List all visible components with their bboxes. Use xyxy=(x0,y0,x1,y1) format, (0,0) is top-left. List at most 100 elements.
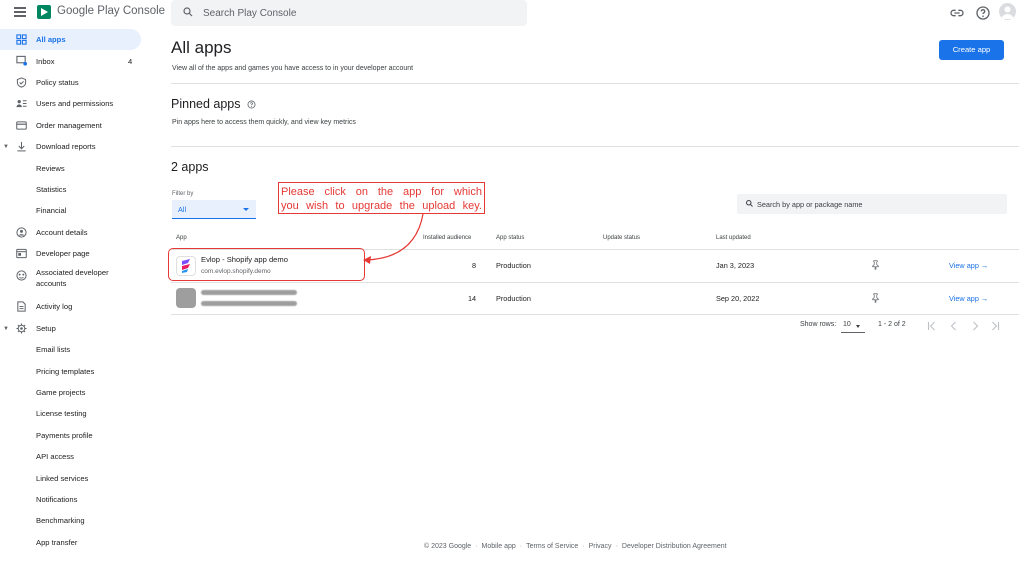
chevron-down-icon[interactable]: ▼ xyxy=(3,144,9,150)
sidebar-item-policy-status[interactable]: Policy status xyxy=(0,72,150,93)
link-accounts-icon xyxy=(16,270,27,281)
avatar[interactable] xyxy=(999,3,1016,20)
sidebar-item-associated-developer-accounts[interactable]: Associated developer accounts xyxy=(0,264,150,296)
annotation-line: you wish to upgrade the upload key. xyxy=(281,200,482,212)
sidebar-item-reviews[interactable]: Reviews xyxy=(0,157,150,178)
sidebar-item-pricing-templates[interactable]: Pricing templates xyxy=(0,360,150,381)
sidebar-item-linked-services[interactable]: Linked services xyxy=(0,467,150,488)
link-icon[interactable] xyxy=(949,5,965,21)
create-app-button[interactable]: Create app xyxy=(939,40,1004,60)
view-app-label: View app xyxy=(949,294,979,303)
sidebar-item-label: License testing xyxy=(36,409,87,419)
footer-link-mobile-app[interactable]: Mobile app xyxy=(482,543,516,550)
column-header-update-status: Update status xyxy=(603,235,641,241)
pin-icon[interactable] xyxy=(871,260,880,270)
sidebar-item-label: Benchmarking xyxy=(36,516,85,526)
arrow-right-icon: → xyxy=(980,294,989,303)
installed-audience: 14 xyxy=(468,294,477,303)
sidebar-item-label: Setup xyxy=(36,323,56,333)
annotation-text: Please click on the app for which you wi… xyxy=(281,185,482,213)
menu-icon[interactable] xyxy=(14,6,28,18)
sidebar-item-setup[interactable]: ▼ Setup xyxy=(0,318,150,339)
sidebar-item-label: Notifications xyxy=(36,495,78,504)
sidebar-item-label: Activity log xyxy=(36,302,73,312)
pinned-apps-label: Pinned apps xyxy=(171,97,241,111)
footer-link-privacy[interactable]: Privacy xyxy=(589,543,612,550)
search-icon xyxy=(746,200,753,207)
sidebar-item-activity-log[interactable]: Activity log xyxy=(0,296,150,317)
filter-dropdown[interactable]: All xyxy=(172,200,256,219)
installed-audience: 8 xyxy=(472,261,477,270)
filter-value: All xyxy=(178,205,187,214)
annotation-arrow xyxy=(363,213,424,264)
arrow-right-icon: → xyxy=(980,261,989,270)
rows-per-page-label: Show rows: xyxy=(800,321,837,328)
divider xyxy=(171,146,1019,147)
top-bar: Google Play Console xyxy=(0,0,1024,26)
column-header-app-status: App status xyxy=(496,235,525,241)
footer-link-terms[interactable]: Terms of Service xyxy=(526,543,578,550)
annotation-line: Please click on the app for which xyxy=(281,186,482,198)
app-search-input[interactable] xyxy=(757,194,997,214)
page-range: 1 - 2 of 2 xyxy=(878,321,906,328)
last-page-icon[interactable] xyxy=(990,321,1000,331)
sidebar-item-payments-profile[interactable]: Payments profile xyxy=(0,425,150,446)
sidebar-item-email-lists[interactable]: Email lists xyxy=(0,339,150,360)
page-icon xyxy=(16,248,27,259)
rows-per-page-select[interactable]: 10 xyxy=(841,319,865,333)
sidebar-item-benchmarking[interactable]: Benchmarking xyxy=(0,510,150,531)
console-search-input[interactable] xyxy=(203,0,513,26)
last-updated: Jan 3, 2023 xyxy=(716,261,755,270)
row-divider xyxy=(171,314,1019,315)
sidebar-item-users-and-permissions[interactable]: Users and permissions xyxy=(0,93,150,114)
sidebar-item-label: Reviews xyxy=(36,163,65,173)
pin-icon[interactable] xyxy=(871,293,880,303)
redacted-app-name xyxy=(201,290,297,295)
app-search[interactable] xyxy=(737,194,1007,214)
annotation-highlight xyxy=(168,248,365,281)
help-circle-icon[interactable] xyxy=(247,100,256,109)
chevron-down-icon[interactable]: ▼ xyxy=(3,326,9,332)
dropdown-arrow-icon xyxy=(243,208,249,211)
app-status: Production xyxy=(496,261,531,270)
footer-link-dda[interactable]: Developer Distribution Agreement xyxy=(622,543,727,550)
sidebar-item-game-projects[interactable]: Game projects xyxy=(0,382,150,403)
app-status: Production xyxy=(496,294,531,303)
view-app-link[interactable]: View app → xyxy=(949,261,988,270)
page-subtitle: View all of the apps and games you have … xyxy=(172,65,414,72)
sidebar-item-developer-page[interactable]: Developer page xyxy=(0,243,150,264)
previous-page-icon[interactable] xyxy=(949,321,959,331)
divider xyxy=(171,83,1019,84)
sidebar-item-all-apps[interactable]: All apps xyxy=(0,29,141,51)
console-search[interactable] xyxy=(171,0,527,26)
sidebar-item-label: Pricing templates xyxy=(36,366,95,376)
sidebar-item-financial[interactable]: Financial xyxy=(0,200,150,221)
sidebar-item-inbox[interactable]: Inbox 4 xyxy=(0,50,150,71)
page-title: All apps xyxy=(171,38,232,57)
help-icon[interactable] xyxy=(975,5,991,21)
rows-per-page-value: 10 xyxy=(843,321,851,328)
sidebar-item-api-access[interactable]: API access xyxy=(0,446,150,467)
column-header-installed-audience: Installed audience xyxy=(423,235,472,241)
inbox-icon xyxy=(16,56,27,66)
first-page-icon[interactable] xyxy=(927,321,937,331)
people-icon xyxy=(16,100,27,108)
sidebar-item-label: Developer page xyxy=(36,249,90,259)
sidebar-item-notifications[interactable]: Notifications xyxy=(0,489,150,510)
sidebar-item-account-details[interactable]: Account details xyxy=(0,222,150,243)
sidebar-item-download-reports[interactable]: ▼ Download reports xyxy=(0,136,150,157)
column-header-app: App xyxy=(176,235,187,241)
sidebar-item-label: Linked services xyxy=(36,473,89,483)
sidebar-item-license-testing[interactable]: License testing xyxy=(0,403,150,424)
sidebar-item-app-transfer[interactable]: App transfer xyxy=(0,532,150,553)
redacted-app-package xyxy=(201,301,297,306)
view-app-link[interactable]: View app → xyxy=(949,294,988,303)
sidebar-item-label: App transfer xyxy=(36,537,78,547)
sidebar-item-label: Download reports xyxy=(36,142,96,152)
sidebar-item-label: Order management xyxy=(36,120,102,130)
table-row[interactable]: 14 Production Sep 20, 2022 View app → xyxy=(171,282,1019,314)
sidebar-item-order-management[interactable]: Order management xyxy=(0,115,150,136)
app-icon xyxy=(176,288,196,308)
next-page-icon[interactable] xyxy=(970,321,980,331)
sidebar-item-statistics[interactable]: Statistics xyxy=(0,179,150,200)
